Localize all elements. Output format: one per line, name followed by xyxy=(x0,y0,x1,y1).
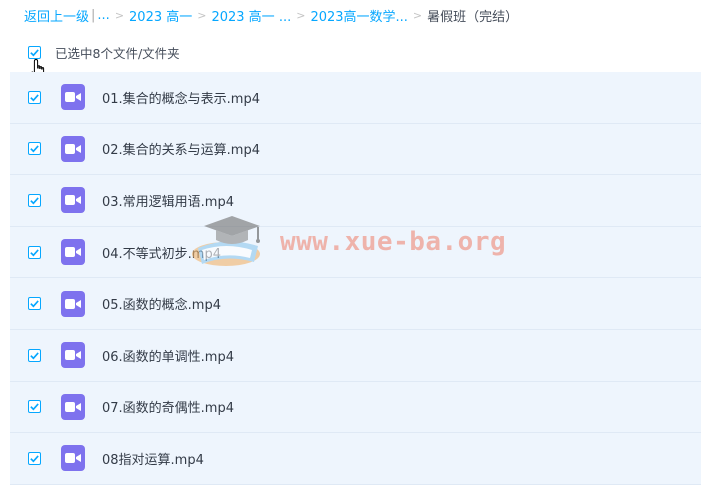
selection-bar: 已选中8个文件/文件夹 xyxy=(28,42,180,62)
file-name[interactable]: 08指对运算.mp4 xyxy=(102,449,204,468)
video-file-icon xyxy=(61,290,85,317)
file-name[interactable]: 06.函数的单调性.mp4 xyxy=(102,346,234,365)
video-file-icon xyxy=(61,445,85,472)
chevron-right-icon: > xyxy=(197,8,207,22)
breadcrumb-item-2[interactable]: 2023 高一 ... xyxy=(211,6,291,25)
video-file-icon xyxy=(61,393,85,420)
video-file-icon xyxy=(61,342,85,369)
file-name[interactable]: 03.常用逻辑用语.mp4 xyxy=(102,191,234,210)
breadcrumb-current: 暑假班（完结） xyxy=(427,9,519,25)
file-name[interactable]: 02.集合的关系与运算.mp4 xyxy=(102,139,260,158)
breadcrumb: 返回上一级 | ... > 2023 高一 > 2023 高一 ... > 20… xyxy=(24,0,518,30)
file-row[interactable]: 03.常用逻辑用语.mp4 xyxy=(10,175,701,227)
file-name[interactable]: 05.函数的概念.mp4 xyxy=(102,294,221,313)
file-row[interactable]: 07.函数的奇偶性.mp4 xyxy=(10,381,701,434)
video-file-icon xyxy=(61,84,85,111)
file-row[interactable]: 08指对运算.mp4 xyxy=(10,433,701,485)
file-checkbox[interactable] xyxy=(28,90,41,104)
checkmark-icon xyxy=(30,197,39,205)
file-checkbox[interactable] xyxy=(28,348,41,362)
checkmark-icon xyxy=(30,403,39,411)
checkmark-icon xyxy=(30,94,39,102)
file-name[interactable]: 07.函数的奇偶性.mp4 xyxy=(102,397,234,416)
file-checkbox[interactable] xyxy=(28,297,41,311)
checkmark-icon xyxy=(30,248,39,257)
file-checkbox[interactable] xyxy=(28,451,41,465)
file-row[interactable]: 01.集合的概念与表示.mp4 xyxy=(10,72,701,124)
file-checkbox[interactable] xyxy=(28,193,41,207)
breadcrumb-divider: | xyxy=(91,7,96,23)
chevron-right-icon: > xyxy=(296,8,306,22)
video-file-icon xyxy=(61,239,85,266)
file-row[interactable]: 02.集合的关系与运算.mp4 xyxy=(10,123,701,176)
select-all-checkbox[interactable] xyxy=(28,45,41,59)
file-list: 01.集合的概念与表示.mp4 02.集合的关系与运算.mp4 03.常用逻辑用… xyxy=(10,72,701,485)
breadcrumb-back-link[interactable]: 返回上一级 xyxy=(24,6,89,25)
chevron-right-icon: > xyxy=(412,8,423,22)
file-row[interactable]: 04.不等式初步.mp4 xyxy=(10,226,701,279)
checkmark-icon xyxy=(30,48,39,56)
breadcrumb-item-3[interactable]: 2023高一数学... xyxy=(310,6,407,25)
file-checkbox[interactable] xyxy=(28,142,41,156)
file-name[interactable]: 04.不等式初步.mp4 xyxy=(102,243,221,262)
selection-count: 已选中8个文件/文件夹 xyxy=(55,45,180,61)
file-name[interactable]: 01.集合的概念与表示.mp4 xyxy=(102,88,260,107)
checkmark-icon xyxy=(30,352,39,360)
breadcrumb-ellipsis[interactable]: ... xyxy=(97,8,109,23)
breadcrumb-item-1[interactable]: 2023 高一 xyxy=(129,6,192,25)
file-row[interactable]: 06.函数的单调性.mp4 xyxy=(10,329,701,382)
video-file-icon xyxy=(61,135,85,162)
file-row[interactable]: 05.函数的概念.mp4 xyxy=(10,278,701,330)
video-file-icon xyxy=(61,187,85,214)
checkmark-icon xyxy=(30,455,39,463)
file-checkbox[interactable] xyxy=(28,245,41,259)
checkmark-icon xyxy=(30,300,39,308)
file-checkbox[interactable] xyxy=(28,400,41,414)
chevron-right-icon: > xyxy=(114,8,125,22)
checkmark-icon xyxy=(30,145,39,153)
